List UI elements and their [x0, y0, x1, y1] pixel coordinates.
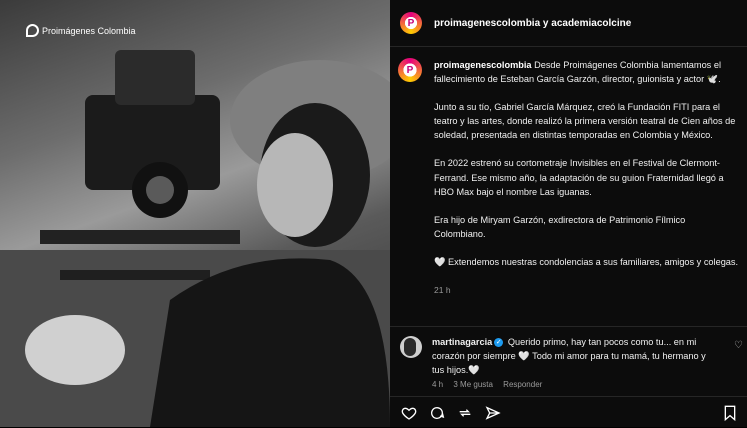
- logo-text: Proimágenes Colombia: [42, 25, 136, 36]
- comment-avatar[interactable]: [400, 336, 422, 358]
- comment-like-icon[interactable]: ♡: [734, 340, 743, 351]
- post-panel: P proimagenescolombia y academiacolcine …: [390, 0, 747, 427]
- comment-username[interactable]: martinagarcia: [432, 337, 492, 347]
- heart-icon[interactable]: [400, 404, 418, 422]
- post-time: 21 h: [434, 285, 451, 296]
- comment-reply[interactable]: Responder: [503, 380, 542, 389]
- caption: P proimagenescolombia Desde Proimágenes …: [398, 58, 743, 297]
- repost-icon[interactable]: [456, 404, 474, 422]
- caption-paragraph-2: Junto a su tío, Gabriel García Márquez, …: [434, 102, 736, 141]
- photo-logo: Proimágenes Colombia: [26, 24, 136, 37]
- comment-meta: 4 h 3 Me gusta Responder: [432, 380, 720, 389]
- caption-paragraph-4: Era hijo de Miryam Garzón, exdirectora d…: [434, 214, 686, 239]
- caption-text: proimagenescolombia Desde Proimágenes Co…: [434, 58, 739, 297]
- divider: [390, 326, 747, 327]
- avatar-letter: P: [407, 17, 415, 29]
- post-photo[interactable]: Proimágenes Colombia: [0, 0, 390, 427]
- comment-text-block: martinagarcia ✓ Querido primo, hay tan po…: [432, 336, 720, 377]
- comment-time: 4 h: [432, 380, 444, 390]
- bookmark-icon[interactable]: [721, 404, 739, 422]
- comment-likes[interactable]: 3 Me gusta: [453, 380, 493, 389]
- comment: martinagarcia ✓ Querido primo, hay tan po…: [400, 336, 745, 389]
- caption-avatar[interactable]: P: [398, 58, 422, 82]
- logo-mark-icon: [26, 24, 39, 37]
- photo-illustration: [0, 50, 390, 427]
- verified-icon: ✓: [494, 338, 504, 348]
- avatar-letter: P: [406, 64, 414, 76]
- caption-paragraph-5: 🤍 Extendemos nuestras condolencias a sus…: [434, 256, 739, 267]
- caption-username[interactable]: proimagenescolombia: [434, 60, 532, 70]
- header-title[interactable]: proimagenescolombia y academiacolcine: [434, 18, 631, 29]
- comment-icon[interactable]: [428, 404, 446, 422]
- share-icon[interactable]: [484, 404, 502, 422]
- post-header: P proimagenescolombia y academiacolcine: [390, 0, 747, 47]
- caption-paragraph-3: En 2022 estrenó su cortometraje Invisibl…: [434, 158, 724, 197]
- action-bar: [390, 396, 747, 428]
- header-avatar[interactable]: P: [400, 12, 422, 34]
